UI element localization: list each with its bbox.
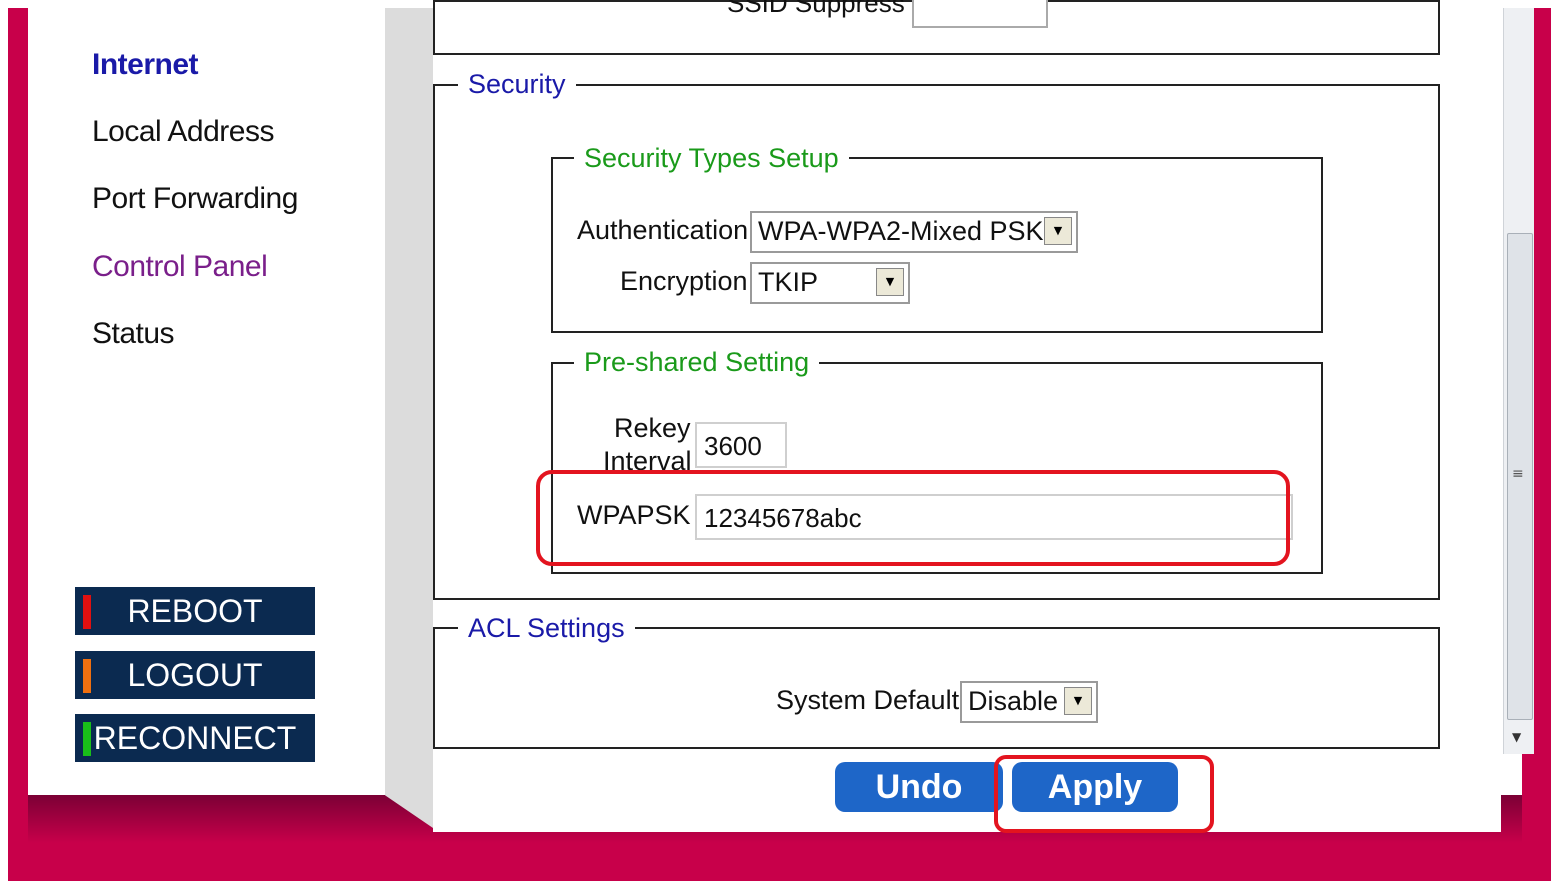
rekey-label-line1: Rekey bbox=[614, 413, 691, 443]
scroll-grip-icon: ≡ bbox=[1512, 466, 1524, 482]
wpapsk-highlight bbox=[536, 470, 1290, 566]
rekey-interval-value: 3600 bbox=[704, 431, 762, 461]
rekey-interval-input[interactable]: 3600 bbox=[695, 422, 787, 468]
apply-highlight bbox=[994, 755, 1214, 833]
reboot-label: REBOOT bbox=[127, 593, 263, 629]
authentication-value: WPA-WPA2-Mixed PSK bbox=[758, 216, 1044, 246]
encryption-value: TKIP bbox=[758, 267, 819, 297]
nav-item-local-address[interactable]: Local Address bbox=[92, 115, 274, 149]
security-legend: Security bbox=[458, 69, 576, 100]
chevron-down-icon: ▼ bbox=[1064, 687, 1092, 715]
reboot-button[interactable]: REBOOT bbox=[75, 587, 315, 635]
acl-legend: ACL Settings bbox=[458, 613, 635, 644]
ssid-suppress-select[interactable] bbox=[912, 0, 1048, 28]
security-types-legend: Security Types Setup bbox=[574, 143, 849, 174]
preshared-legend: Pre-shared Setting bbox=[574, 347, 820, 378]
chevron-down-icon: ▼ bbox=[1044, 217, 1072, 245]
logout-indicator-icon bbox=[83, 659, 91, 693]
authentication-select[interactable]: WPA-WPA2-Mixed PSK ▼ bbox=[750, 211, 1078, 253]
encryption-select[interactable]: TKIP ▼ bbox=[750, 262, 910, 304]
undo-button[interactable]: Undo bbox=[835, 762, 1003, 812]
system-default-select[interactable]: Disable ▼ bbox=[960, 681, 1098, 723]
reconnect-button[interactable]: RECONNECT bbox=[75, 714, 315, 762]
page-frame-left bbox=[8, 8, 28, 881]
chevron-down-icon: ▼ bbox=[876, 268, 904, 296]
nav-item-status[interactable]: Status bbox=[92, 317, 175, 351]
reboot-indicator-icon bbox=[83, 595, 91, 629]
scroll-down-arrow-icon[interactable]: ▼ bbox=[1512, 730, 1521, 744]
reconnect-indicator-icon bbox=[83, 722, 91, 756]
nav-item-port-forwarding[interactable]: Port Forwarding bbox=[92, 182, 298, 216]
nav-item-control-panel[interactable]: Control Panel bbox=[92, 250, 268, 284]
logout-button[interactable]: LOGOUT bbox=[75, 651, 315, 699]
ssid-suppress-label: SSID Suppress bbox=[727, 0, 905, 18]
reconnect-label: RECONNECT bbox=[93, 720, 297, 756]
sidebar-divider bbox=[385, 8, 433, 828]
system-default-label: System Default bbox=[776, 685, 960, 715]
scrollbar[interactable]: ≡ ▼ bbox=[1503, 8, 1534, 754]
rekey-label-line2: Interval bbox=[603, 446, 692, 472]
logout-label: LOGOUT bbox=[127, 657, 263, 693]
authentication-label: Authentication bbox=[577, 215, 749, 245]
system-default-value: Disable bbox=[968, 686, 1059, 716]
nav-item-internet[interactable]: Internet bbox=[92, 48, 199, 82]
encryption-label: Encryption bbox=[620, 266, 748, 296]
